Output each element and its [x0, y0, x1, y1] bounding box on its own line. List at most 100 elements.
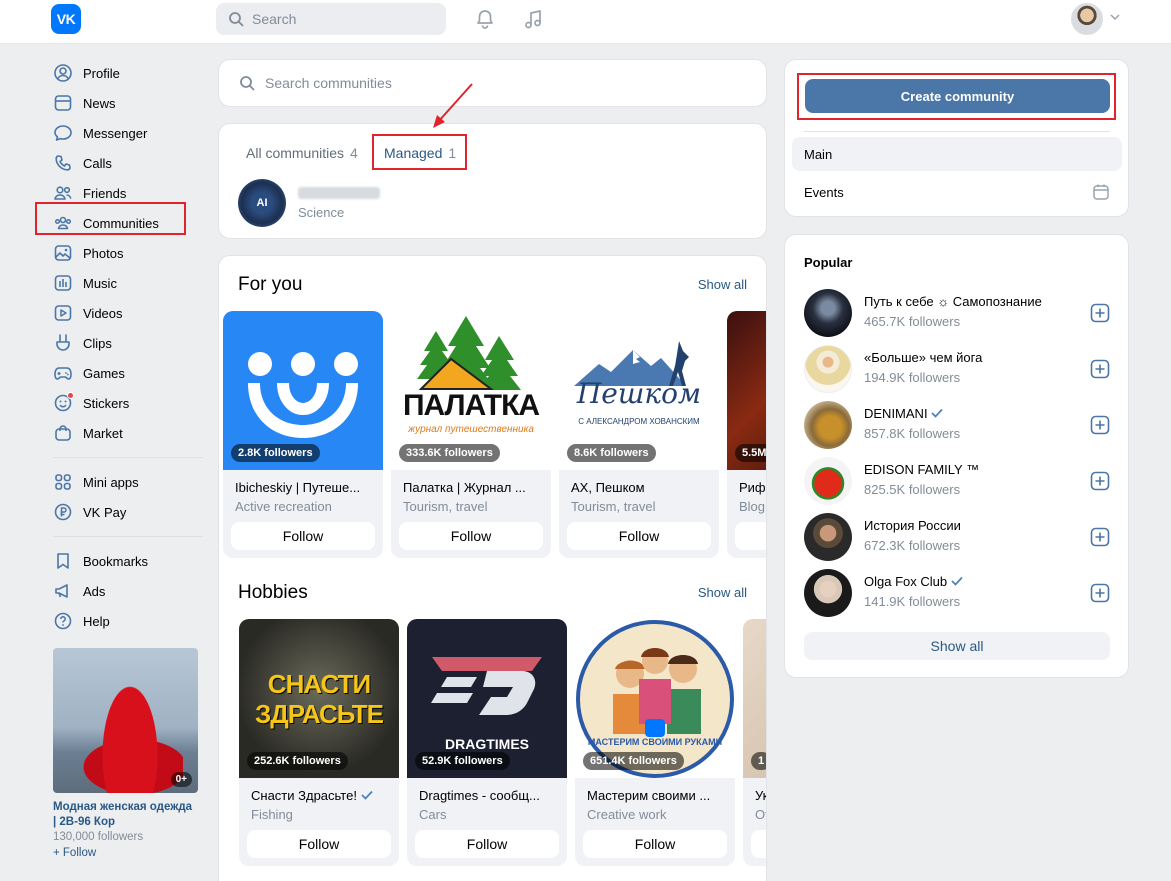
- community-avatar[interactable]: [804, 289, 852, 337]
- popular-show-all-button[interactable]: Show all: [804, 632, 1110, 660]
- popular-name[interactable]: EDISON FAMILY ™: [864, 462, 979, 477]
- managed-community-name-blurred[interactable]: [298, 186, 380, 199]
- nav-photos[interactable]: Photos: [53, 238, 203, 268]
- managed-community-category: Science: [298, 204, 345, 220]
- global-search-input[interactable]: Search: [216, 3, 446, 35]
- nav-news[interactable]: News: [53, 88, 203, 118]
- community-image[interactable]: Пешком С АЛЕКСАНДРОМ ХОВАНСКИМ 8.6K foll…: [559, 311, 719, 470]
- nav-messenger[interactable]: Messenger: [53, 118, 203, 148]
- communities-search-input[interactable]: Search communities: [218, 59, 767, 107]
- tab-all-communities[interactable]: All communities 4: [246, 145, 358, 161]
- follow-button[interactable]: Follow: [399, 522, 543, 550]
- popular-item[interactable]: DENIMANI 857.8K followers: [804, 401, 1114, 451]
- follow-button[interactable]: Follow: [247, 830, 391, 858]
- nav-ads[interactable]: Ads: [53, 576, 203, 606]
- popular-name[interactable]: Olga Fox Club: [864, 574, 963, 589]
- for-you-show-all-link[interactable]: Show all: [698, 277, 747, 292]
- community-card[interactable]: МАСТЕРИМ СВОИМИ РУКАМИ 651.4K followers …: [575, 619, 735, 866]
- add-plus-icon[interactable]: [1090, 303, 1110, 323]
- search-icon: [229, 12, 244, 27]
- follow-button[interactable]: Follow: [583, 830, 727, 858]
- user-avatar[interactable]: [1071, 3, 1103, 35]
- community-avatar[interactable]: [804, 401, 852, 449]
- nav-label: Market: [83, 425, 123, 441]
- ad-block[interactable]: 0+ Модная женская одежда | 2B-96 Кор 130…: [53, 648, 198, 859]
- popular-name[interactable]: Путь к себе ☼ Самопознание: [864, 294, 1042, 309]
- add-plus-icon[interactable]: [1090, 583, 1110, 603]
- ad-image[interactable]: 0+: [53, 648, 198, 793]
- vk-logo[interactable]: VK: [51, 4, 81, 34]
- popular-item[interactable]: Olga Fox Club 141.9K followers: [804, 569, 1114, 619]
- menu-events[interactable]: Events: [792, 175, 1122, 209]
- community-card[interactable]: DRAGTIMES 52.9K followers Dragtimes - со…: [407, 619, 567, 866]
- community-avatar[interactable]: [804, 513, 852, 561]
- add-plus-icon[interactable]: [1090, 415, 1110, 435]
- community-name[interactable]: Мастерим своими ...: [587, 788, 727, 803]
- hobbies-show-all-link[interactable]: Show all: [698, 585, 747, 600]
- nav-profile[interactable]: Profile: [53, 58, 203, 88]
- managed-community-row[interactable]: AI Science: [238, 179, 380, 227]
- community-avatar[interactable]: [804, 457, 852, 505]
- music-note-icon[interactable]: [522, 8, 544, 30]
- community-card[interactable]: 2.8K followers Ibicheskiy | Путеше... Ac…: [223, 311, 383, 558]
- popular-item[interactable]: EDISON FAMILY ™ 825.5K followers: [804, 457, 1114, 507]
- community-name[interactable]: Ук: [755, 788, 766, 803]
- community-image[interactable]: ПАЛАТКА журнал путешественника 333.6K fo…: [391, 311, 551, 470]
- community-card[interactable]: ПАЛАТКА журнал путешественника 333.6K fo…: [391, 311, 551, 558]
- nav-stickers[interactable]: Stickers: [53, 388, 203, 418]
- popular-item[interactable]: «Больше» чем йога 194.9K followers: [804, 345, 1114, 395]
- nav-vk-pay[interactable]: VK Pay: [53, 497, 203, 527]
- add-plus-icon[interactable]: [1090, 527, 1110, 547]
- community-image[interactable]: 1: [743, 619, 766, 778]
- nav-bookmarks[interactable]: Bookmarks: [53, 546, 203, 576]
- nav-mini-apps[interactable]: Mini apps: [53, 467, 203, 497]
- community-name[interactable]: Палатка | Журнал ...: [403, 480, 543, 495]
- community-card[interactable]: СНАСТИ ЗДРАСЬТЕ 252.6K followers Снасти …: [239, 619, 399, 866]
- managed-community-avatar[interactable]: AI: [238, 179, 286, 227]
- follow-button[interactable]: Follow: [231, 522, 375, 550]
- community-avatar[interactable]: [804, 569, 852, 617]
- menu-main[interactable]: Main: [792, 137, 1122, 171]
- community-name[interactable]: Риф: [739, 480, 766, 495]
- community-card-partial[interactable]: 1 Ук Ot: [743, 619, 766, 866]
- community-name[interactable]: Ibicheskiy | Путеше...: [235, 480, 375, 495]
- popular-name[interactable]: История России: [864, 518, 961, 533]
- nav-videos[interactable]: Videos: [53, 298, 203, 328]
- community-image[interactable]: МАСТЕРИМ СВОИМИ РУКАМИ 651.4K followers: [575, 619, 735, 778]
- nav-market[interactable]: Market: [53, 418, 203, 448]
- chevron-down-icon[interactable]: [1110, 13, 1120, 21]
- community-card-partial[interactable]: 5.5M Риф Blog: [727, 311, 766, 558]
- community-name[interactable]: Dragtimes - сообщ...: [419, 788, 559, 803]
- popular-name[interactable]: DENIMANI: [864, 406, 943, 421]
- add-plus-icon[interactable]: [1090, 359, 1110, 379]
- community-name[interactable]: Снасти Здрасьте!: [251, 788, 391, 803]
- follow-button[interactable]: [735, 522, 766, 550]
- bell-icon[interactable]: [474, 8, 496, 30]
- follow-button[interactable]: Follow: [567, 522, 711, 550]
- community-avatar[interactable]: [804, 345, 852, 393]
- community-image[interactable]: DRAGTIMES 52.9K followers: [407, 619, 567, 778]
- add-plus-icon[interactable]: [1090, 471, 1110, 491]
- nav-games[interactable]: Games: [53, 358, 203, 388]
- popular-name[interactable]: «Больше» чем йога: [864, 350, 982, 365]
- ad-title[interactable]: Модная женская одежда | 2B-96 Кор: [53, 800, 198, 830]
- nav-calls[interactable]: Calls: [53, 148, 203, 178]
- popular-item[interactable]: Путь к себе ☼ Самопознание 465.7K follow…: [804, 289, 1114, 339]
- nav-label: Games: [83, 365, 125, 381]
- follow-button[interactable]: [751, 830, 766, 858]
- community-image[interactable]: 5.5M: [727, 311, 766, 470]
- community-category: Blog: [739, 499, 766, 514]
- community-image[interactable]: 2.8K followers: [223, 311, 383, 470]
- nav-label: Music: [83, 275, 117, 291]
- popular-name-text: DENIMANI: [864, 406, 928, 421]
- community-card[interactable]: Пешком С АЛЕКСАНДРОМ ХОВАНСКИМ 8.6K foll…: [559, 311, 719, 558]
- nav-label: News: [83, 95, 116, 111]
- community-image[interactable]: СНАСТИ ЗДРАСЬТЕ 252.6K followers: [239, 619, 399, 778]
- follow-button[interactable]: Follow: [415, 830, 559, 858]
- popular-item[interactable]: История России 672.3K followers: [804, 513, 1114, 563]
- nav-clips[interactable]: Clips: [53, 328, 203, 358]
- community-name[interactable]: AX, Пешком: [571, 480, 711, 495]
- nav-help[interactable]: Help: [53, 606, 203, 636]
- ad-follow-button[interactable]: + Follow: [53, 847, 198, 859]
- nav-music[interactable]: Music: [53, 268, 203, 298]
